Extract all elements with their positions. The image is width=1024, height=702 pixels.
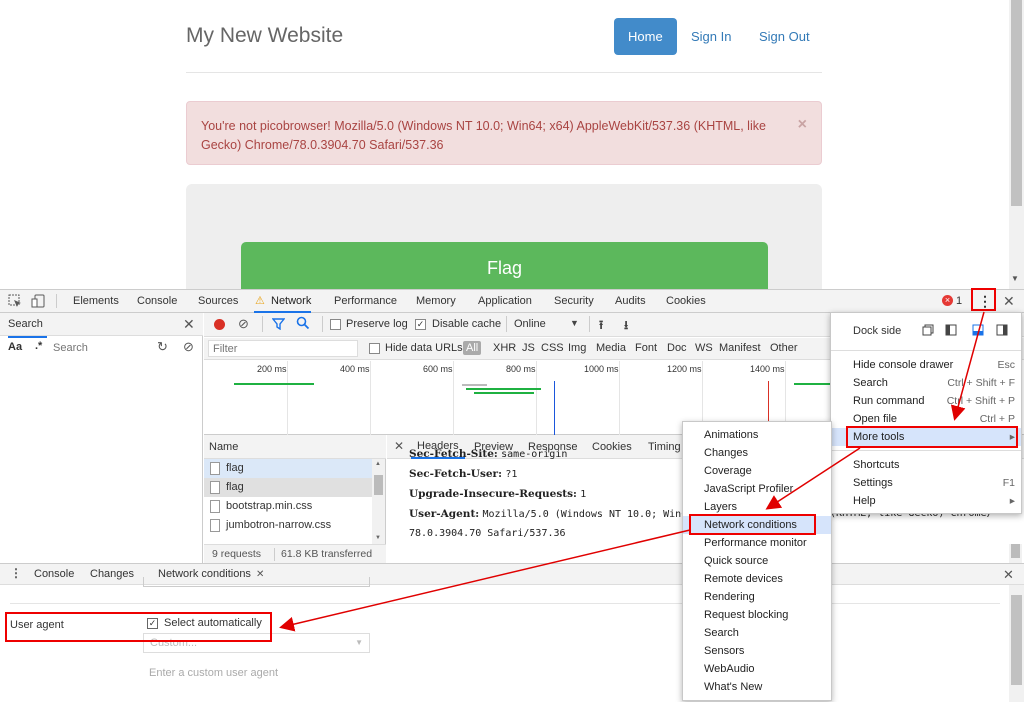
arrow-network-conditions-to-user-agent	[279, 529, 691, 632]
arrow-more-tools-to-network-conditions	[765, 447, 861, 510]
annotation-arrows	[279, 311, 985, 632]
arrow-menu-to-more-tools	[950, 311, 985, 421]
